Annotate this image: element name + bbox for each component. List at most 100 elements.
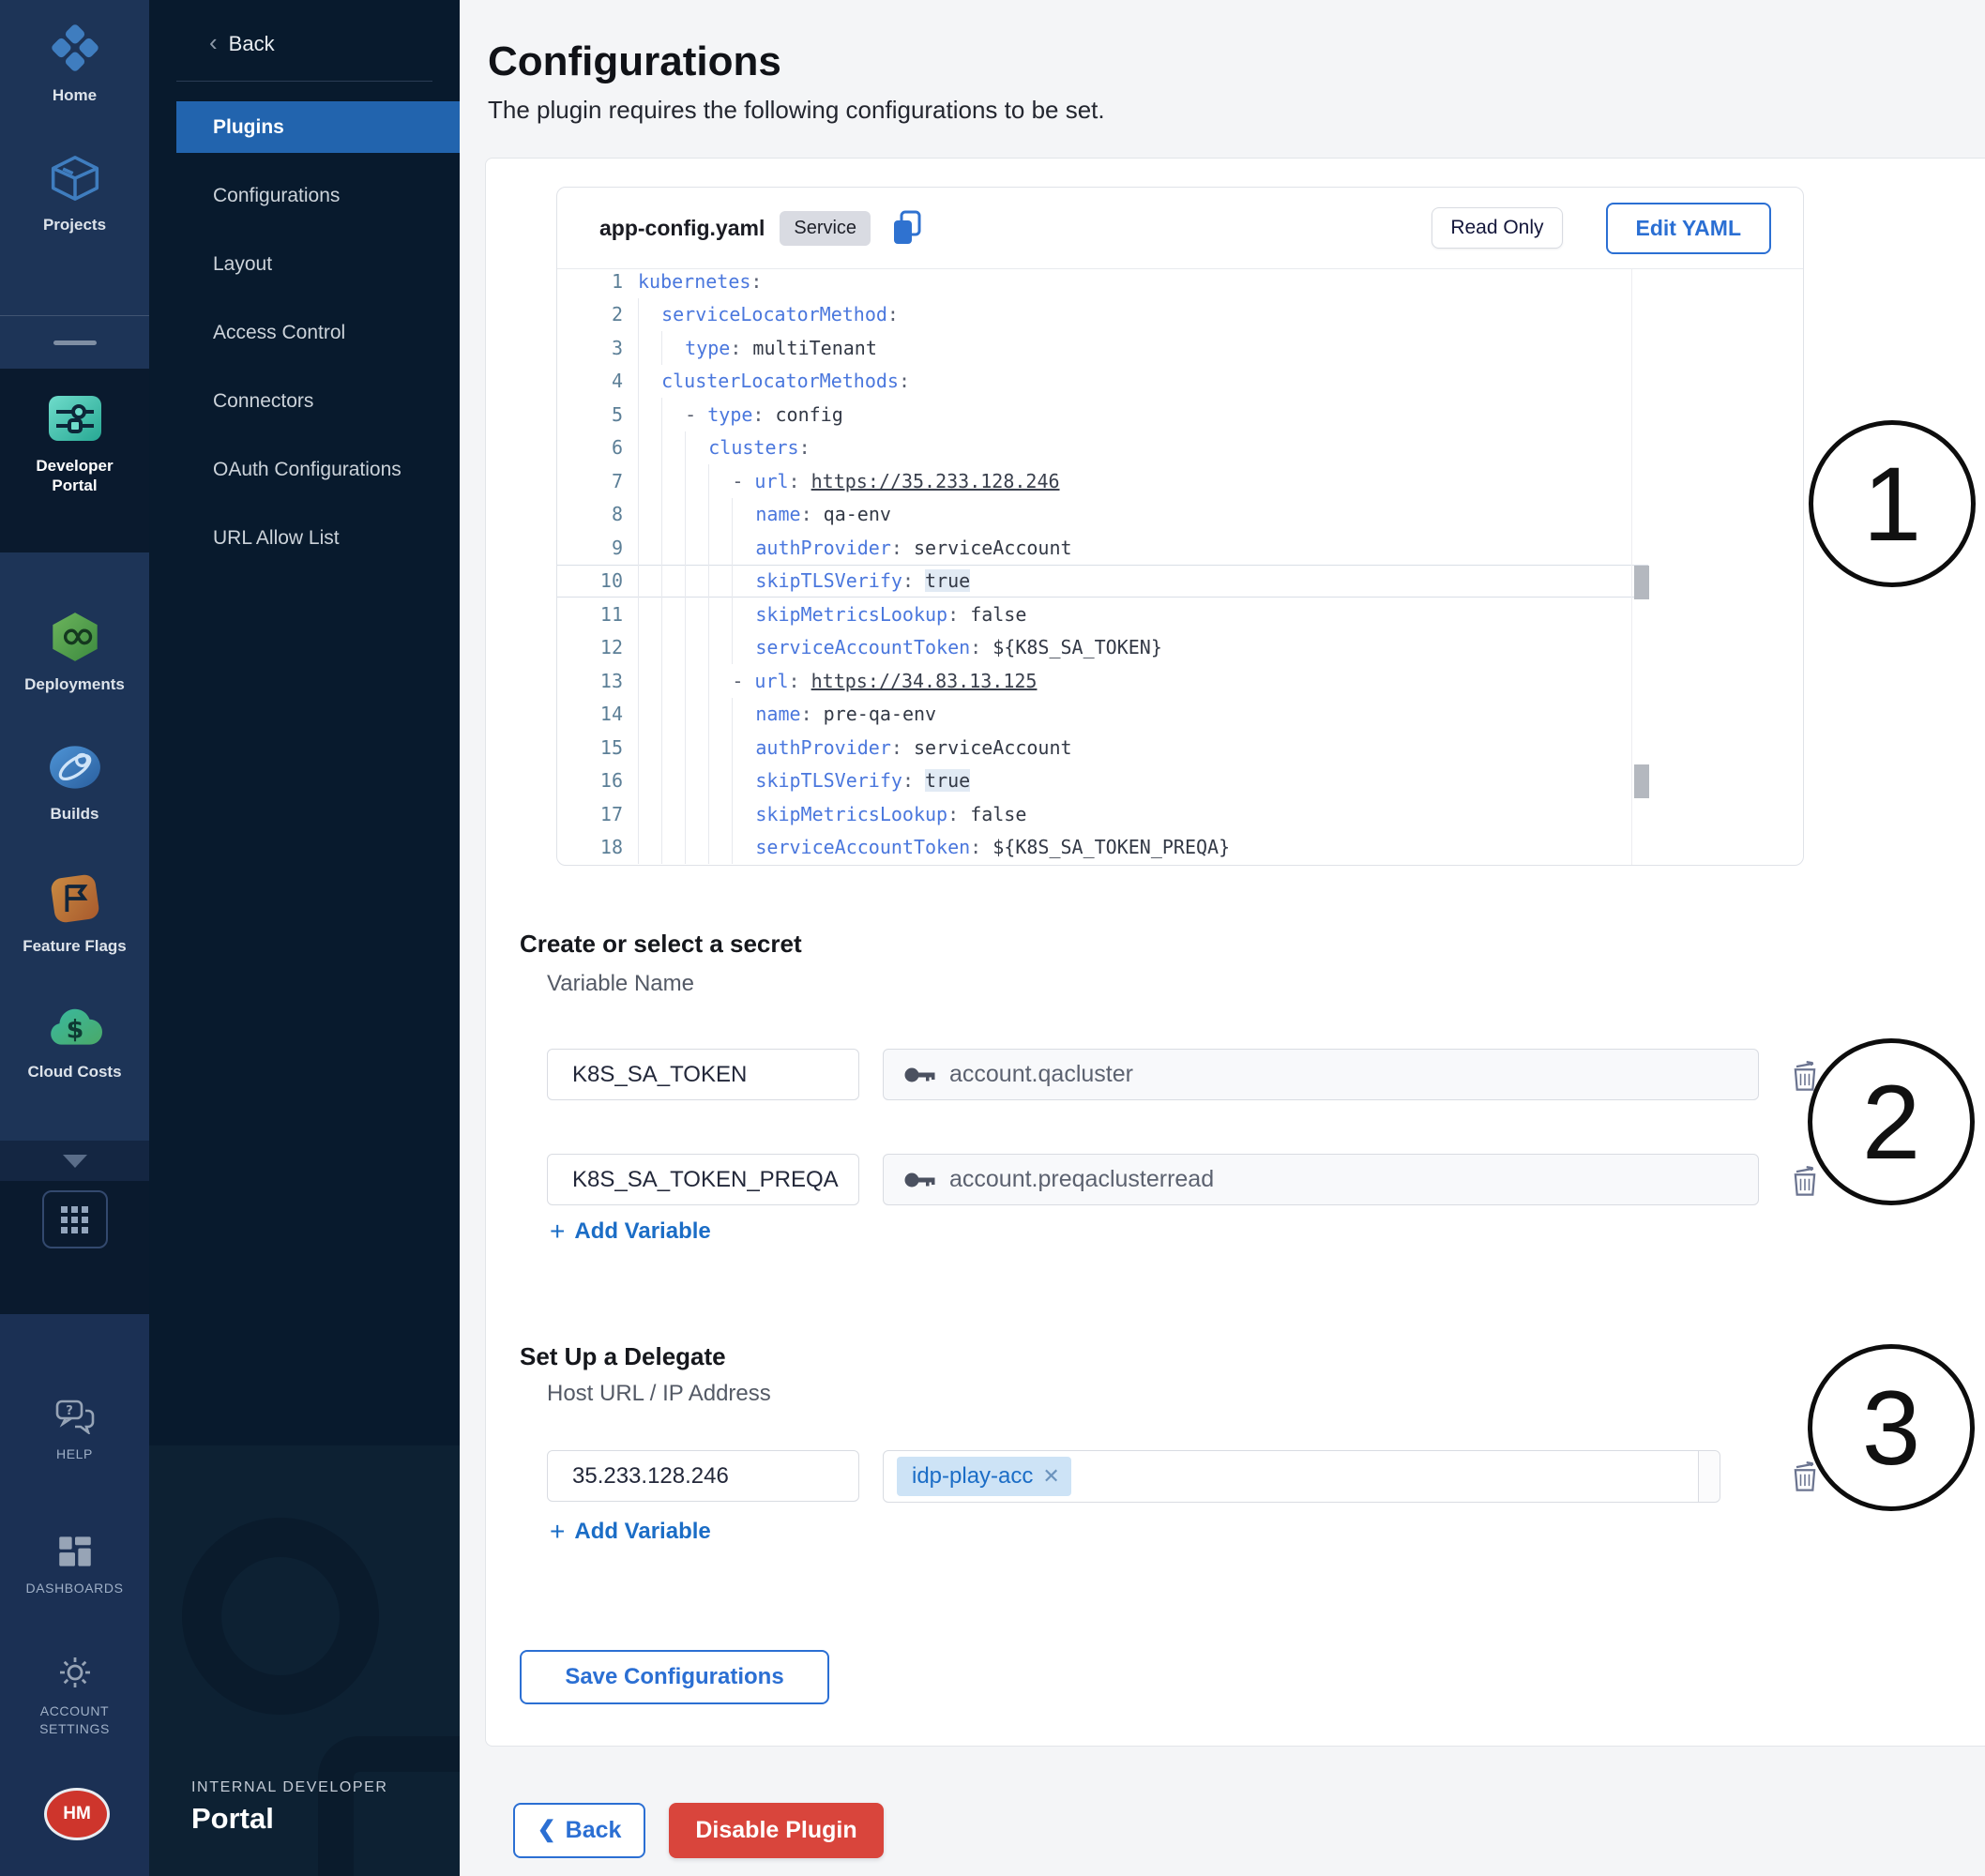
rail-item-dashboards[interactable]: DASHBOARDS (0, 1535, 149, 1597)
yaml-line-1: 1kubernetes: (557, 269, 1648, 298)
rail-grid-strip (0, 1181, 149, 1314)
sidebar-divider (176, 81, 432, 82)
rail-collapse-handle[interactable] (0, 315, 149, 369)
rail-selected-section: DeveloperPortal (0, 369, 149, 552)
line-number: 9 (557, 537, 623, 559)
edit-yaml-button[interactable]: Edit YAML (1606, 203, 1771, 254)
rail-item-builds[interactable]: Builds (0, 743, 149, 824)
disable-plugin-button[interactable]: Disable Plugin (669, 1803, 884, 1858)
yaml-line-content: skipTLSVerify: true (638, 565, 970, 598)
yaml-line-content: serviceLocatorMethod: (638, 298, 899, 332)
scrollbar-mark[interactable] (1634, 566, 1649, 599)
yaml-line-content: authProvider: serviceAccount (638, 731, 1072, 764)
yaml-line-12: 12serviceAccountToken: ${K8S_SA_TOKEN} (557, 631, 1648, 665)
add-variable-link-secret[interactable]: + Add Variable (550, 1218, 711, 1245)
annotation-circle-2: 2 (1808, 1038, 1975, 1205)
configurations-card: app-config.yaml Service Read Only Edit Y… (485, 158, 1985, 1747)
back-button[interactable]: ❮ Back (513, 1803, 645, 1858)
sidebar-item-configurations[interactable]: Configurations (149, 161, 460, 230)
line-number: 13 (557, 670, 623, 692)
delegate-section-heading: Set Up a Delegate (520, 1342, 726, 1371)
yaml-filename: app-config.yaml (599, 216, 765, 241)
service-badge: Service (780, 211, 871, 246)
yaml-line-13: 13- url: https://34.83.13.125 (557, 664, 1648, 698)
rail-item-projects[interactable]: Projects (0, 154, 149, 234)
rail-item-cloud-costs[interactable]: $ Cloud Costs (0, 1005, 149, 1082)
variable-name-input-1[interactable] (547, 1049, 859, 1100)
sidebar-menu: Plugins ConfigurationsLayoutAccess Contro… (149, 101, 460, 572)
feature-flags-icon (50, 873, 100, 929)
rail-item-label: Cloud Costs (27, 1062, 121, 1082)
grid-icon (61, 1206, 88, 1233)
rail-item-label: HELP (56, 1445, 93, 1463)
yaml-line-3: 3type: multiTenant (557, 331, 1648, 365)
yaml-line-16: 16 skipTLSVerify: true (557, 764, 1648, 798)
sidebar-item-connectors[interactable]: Connectors (149, 367, 460, 435)
sidebar-item-layout[interactable]: Layout (149, 230, 460, 298)
scrollbar-mark[interactable] (1634, 764, 1649, 798)
chevron-down-icon (63, 1155, 87, 1168)
line-number: 18 (557, 836, 623, 858)
delegate-tag-chip: idp-play-acc ✕ (897, 1457, 1071, 1496)
secret-selector-2[interactable]: account.preqaclusterread (883, 1154, 1759, 1205)
line-number: 11 (557, 603, 623, 626)
variable-name-input-2[interactable] (547, 1154, 859, 1205)
home-icon (50, 23, 100, 78)
sidebar-item-oauth-configurations[interactable]: OAuth Configurations (149, 435, 460, 504)
rail-item-label: ACCOUNTSETTINGS (39, 1702, 110, 1738)
yaml-line-content: - type: config (638, 398, 843, 431)
yaml-line-10: 10 skipTLSVerify: true (557, 565, 1648, 598)
line-number: 1 (557, 270, 623, 293)
footer-kicker: INTERNAL DEVELOPER (191, 1779, 388, 1796)
yaml-line-4: 4clusterLocatorMethods: (557, 365, 1648, 399)
module-picker-button[interactable] (42, 1190, 108, 1248)
sidebar-back-button[interactable]: ‹ Back (149, 0, 460, 56)
back-label: Back (229, 32, 275, 56)
yaml-line-11: 11skipMetricsLookup: false (557, 598, 1648, 631)
rail-item-developer-portal[interactable]: DeveloperPortal (0, 369, 149, 495)
yaml-line-7: 7- url: https://35.233.128.246 (557, 464, 1648, 498)
yaml-line-content: type: multiTenant (638, 331, 877, 365)
add-variable-link-delegate[interactable]: + Add Variable (550, 1519, 711, 1545)
rail-item-feature-flags[interactable]: Feature Flags (0, 873, 149, 956)
rail-item-label: Home (53, 85, 97, 105)
rail-expand-modules[interactable] (0, 1141, 149, 1181)
read-only-badge: Read Only (1432, 207, 1562, 249)
tags-field-scrollbar[interactable] (1698, 1451, 1720, 1502)
yaml-line-content: skipTLSVerify: true (638, 764, 970, 798)
rail-item-label: Feature Flags (23, 936, 127, 956)
user-avatar[interactable]: HM (44, 1788, 110, 1840)
secret-selector-1[interactable]: account.qacluster (883, 1049, 1759, 1100)
remove-tag-icon[interactable]: ✕ (1042, 1464, 1059, 1489)
cloud-costs-icon: $ (48, 1005, 102, 1054)
yaml-line-15: 15 authProvider: serviceAccount (557, 731, 1648, 764)
sidebar-item-plugins[interactable]: Plugins (176, 101, 460, 153)
plus-icon: + (550, 1220, 565, 1243)
delegate-tags-field[interactable]: idp-play-acc ✕ (883, 1450, 1720, 1503)
copy-icon[interactable] (891, 210, 923, 246)
line-number: 8 (557, 503, 623, 525)
yaml-line-content: serviceAccountToken: ${K8S_SA_TOKEN} (638, 631, 1162, 665)
yaml-line-content: - url: https://35.233.128.246 (638, 464, 1060, 498)
yaml-editor-header: app-config.yaml Service Read Only Edit Y… (557, 188, 1803, 269)
rail-item-deployments[interactable]: Deployments (0, 612, 149, 694)
line-number: 15 (557, 736, 623, 759)
builds-icon (49, 743, 101, 796)
yaml-line-6: 6clusters: (557, 431, 1648, 465)
line-number: 10 (557, 569, 623, 592)
chevron-left-icon: ❮ (538, 1816, 556, 1843)
delete-variable-icon-2[interactable] (1789, 1164, 1821, 1198)
sidebar-item-access-control[interactable]: Access Control (149, 298, 460, 367)
sidebar-item-url-allow-list[interactable]: URL Allow List (149, 504, 460, 572)
yaml-code-area[interactable]: 1kubernetes: 2 serviceLocatorMethod:3type:… (557, 269, 1803, 866)
collapse-dash-icon (53, 340, 97, 345)
page-title: Configurations (488, 38, 781, 85)
line-number: 2 (557, 303, 623, 325)
save-configurations-button[interactable]: Save Configurations (520, 1650, 829, 1704)
rail-item-home[interactable]: Home (0, 23, 149, 105)
rail-item-account-settings[interactable]: ACCOUNTSETTINGS (0, 1654, 149, 1738)
line-number: 14 (557, 703, 623, 725)
rail-item-help[interactable]: ?HELP (0, 1399, 149, 1463)
host-url-input[interactable] (547, 1450, 859, 1502)
line-number: 16 (557, 769, 623, 792)
